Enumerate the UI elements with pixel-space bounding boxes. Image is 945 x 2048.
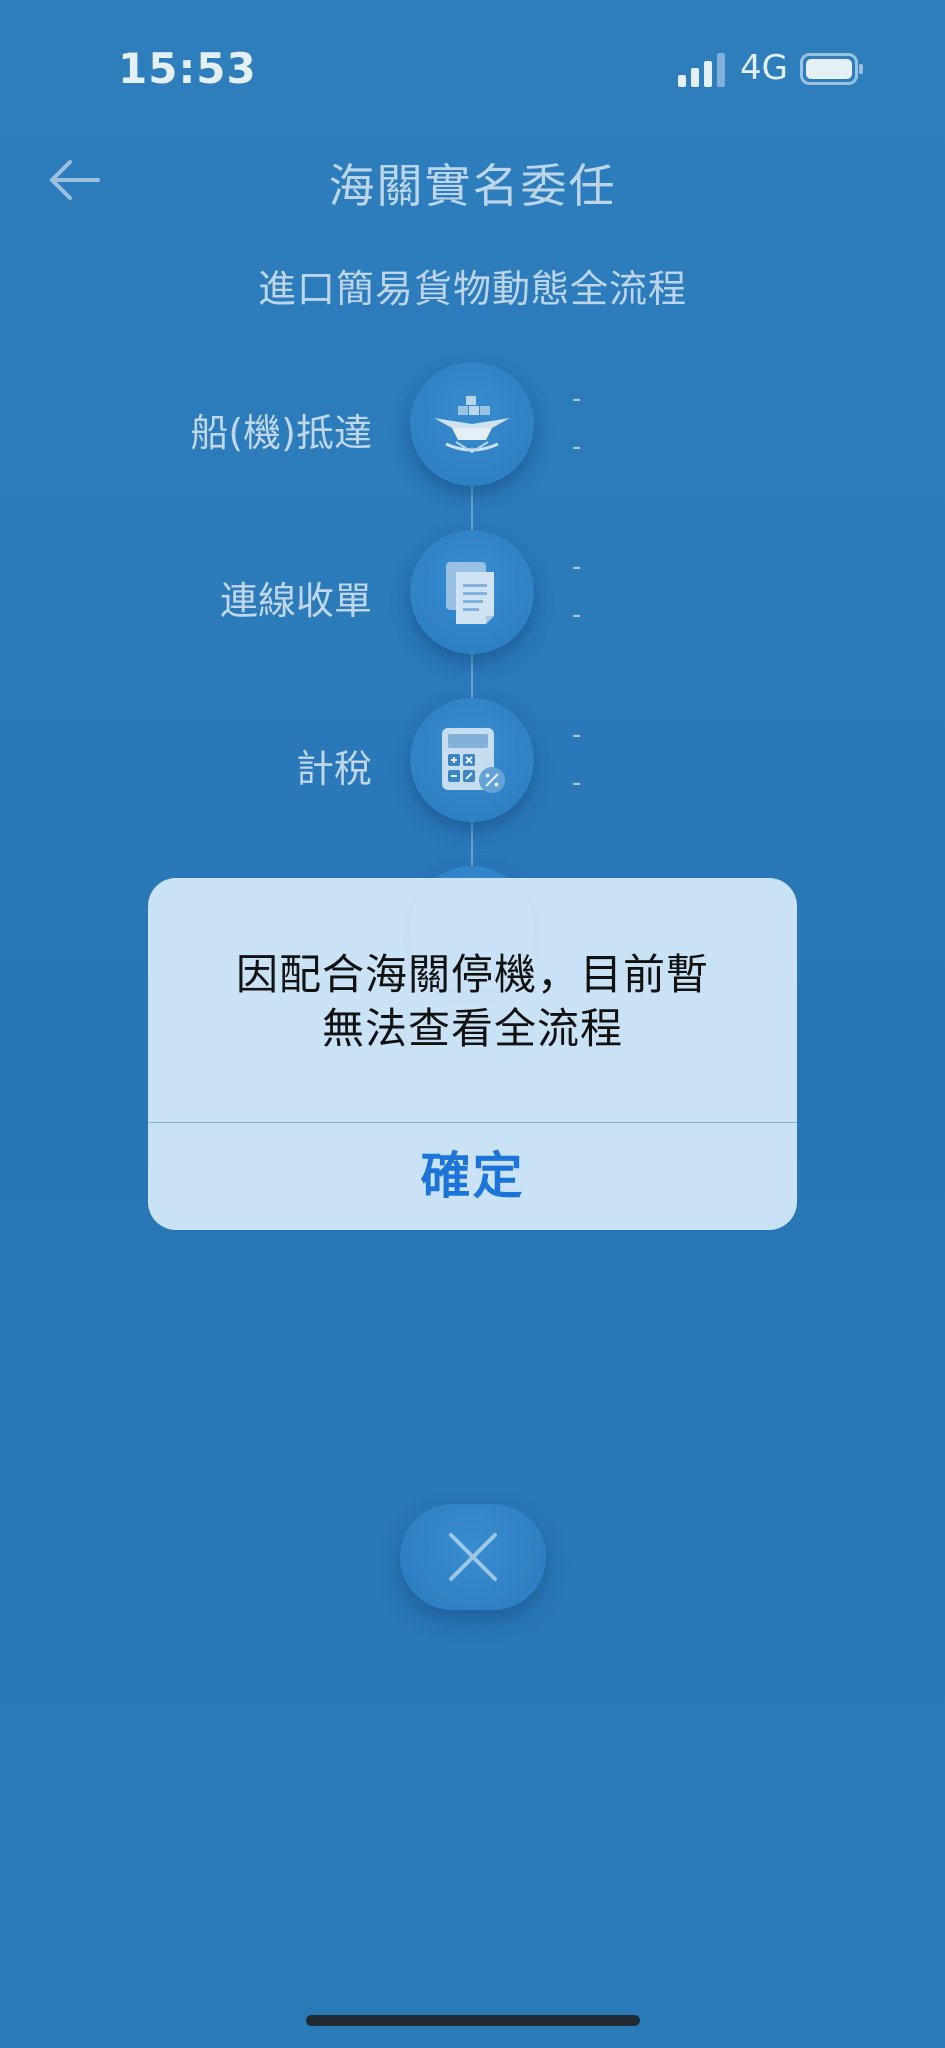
ok-button[interactable]: 確定 (148, 1123, 797, 1230)
alert-message: 因配合海關停機，目前暫 無法查看全流程 (188, 948, 757, 1056)
alert-message-line-1: 因配合海關停機，目前暫 (235, 950, 709, 999)
alert-dialog: 因配合海關停機，目前暫 無法查看全流程 確定 (148, 878, 797, 1230)
screen: 15:53 4G 海關實名委任 進口簡易貨物動態全流程 船(機)抵達 - - 連… (0, 0, 945, 2048)
home-indicator[interactable] (306, 2015, 640, 2026)
alert-message-line-2: 無法查看全流程 (321, 1004, 623, 1053)
